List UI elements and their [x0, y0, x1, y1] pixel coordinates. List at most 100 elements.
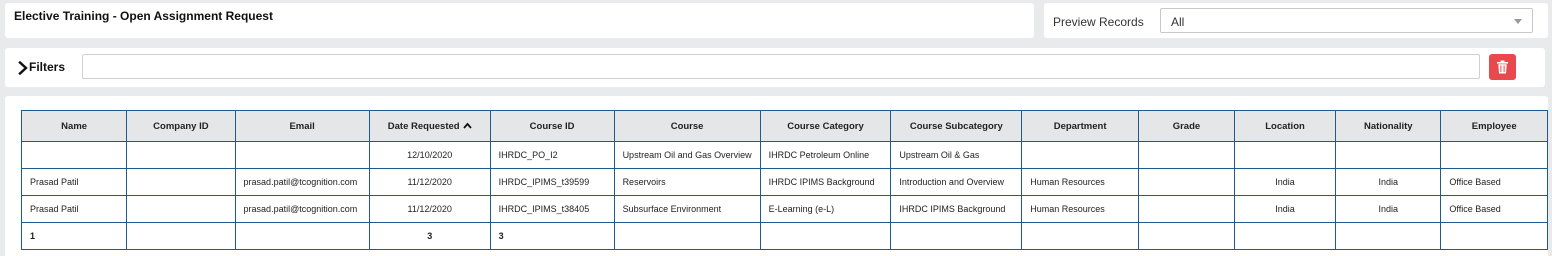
- column-header-label: Employee: [1471, 120, 1517, 132]
- table-row[interactable]: Prasad Patil prasad.patil@tcognition.com 1…: [20, 195, 1548, 223]
- preview-records-value: All: [1171, 15, 1185, 29]
- column-header-label: Course Category: [787, 120, 864, 132]
- cell-department: Human Resources: [1021, 168, 1139, 196]
- column-header-department[interactable]: Department: [1021, 110, 1139, 142]
- column-header-label: Company ID: [153, 120, 209, 132]
- page-title: Elective Training - Open Assignment Requ…: [14, 9, 273, 23]
- total-date-requested: 3: [368, 222, 491, 250]
- cell-employee: [1440, 141, 1548, 169]
- column-header-course-subcategory[interactable]: Course Subcategory: [890, 110, 1023, 142]
- column-header-course-id[interactable]: Course ID: [489, 110, 615, 142]
- column-header-location[interactable]: Location: [1233, 110, 1337, 142]
- column-header-label: Course Subcategory: [909, 120, 1003, 132]
- total-email: [234, 222, 370, 250]
- grid-panel: Name Company ID Email Date Requested Course …: [5, 96, 1548, 256]
- column-header-nationality[interactable]: Nationality: [1335, 110, 1442, 142]
- cell-location: India: [1233, 195, 1337, 223]
- cell-nationality: [1335, 141, 1442, 169]
- cell-email: prasad.patil@tcognition.com: [234, 168, 370, 196]
- cell-nationality: India: [1335, 195, 1442, 223]
- total-department: [1021, 222, 1139, 250]
- total-course-id: 3: [489, 222, 615, 250]
- cell-nationality: India: [1335, 168, 1442, 196]
- cell-course-subcategory: Upstream Oil & Gas: [890, 141, 1023, 169]
- title-panel: Elective Training - Open Assignment Requ…: [5, 3, 1034, 38]
- column-header-label: Course ID: [529, 120, 575, 132]
- cell-location: India: [1233, 168, 1337, 196]
- column-header-label: Course: [670, 120, 704, 132]
- cell-course-id: IHRDC_IPIMS_t38405: [489, 195, 615, 223]
- column-header-employee[interactable]: Employee: [1440, 110, 1548, 142]
- clear-filters-button[interactable]: [1489, 54, 1516, 80]
- grid-body: 12/10/2020 IHRDC_PO_I2 Upstream Oil and Ga…: [20, 141, 1548, 250]
- total-employee: [1440, 222, 1548, 250]
- total-company-id: [126, 222, 236, 250]
- cell-date-requested: 12/10/2020: [368, 141, 491, 169]
- grid-header-row: Name Company ID Email Date Requested Course …: [20, 110, 1548, 142]
- column-header-label: Grade: [1172, 120, 1201, 132]
- column-header-label: Date Requested: [387, 120, 460, 132]
- column-header-label: Name: [61, 120, 88, 132]
- column-header-course-category[interactable]: Course Category: [759, 110, 892, 142]
- cell-course: Reservoirs: [613, 168, 761, 196]
- cell-course-category: IHRDC Petroleum Online: [759, 141, 892, 169]
- preview-records-select[interactable]: All: [1160, 8, 1533, 33]
- table-row[interactable]: 12/10/2020 IHRDC_PO_I2 Upstream Oil and Ga…: [20, 141, 1548, 169]
- filters-label: Filters: [29, 60, 66, 74]
- cell-employee: Office Based: [1440, 168, 1548, 196]
- filters-input[interactable]: [82, 54, 1480, 79]
- filters-toggle[interactable]: Filters: [5, 54, 74, 81]
- column-header-label: Email: [289, 120, 315, 132]
- cell-course-category: IHRDC IPIMS Background: [759, 168, 892, 196]
- sort-ascending-icon[interactable]: [462, 122, 472, 130]
- cell-name: Prasad Patil: [20, 195, 128, 223]
- total-grade: [1138, 222, 1235, 250]
- total-nationality: [1335, 222, 1442, 250]
- column-header-email[interactable]: Email: [234, 110, 370, 142]
- column-header-label: Nationality: [1364, 120, 1413, 132]
- total-location: [1233, 222, 1337, 250]
- trash-icon: [1497, 60, 1508, 74]
- cell-name: [20, 141, 128, 169]
- cell-grade: [1138, 195, 1235, 223]
- cell-date-requested: 11/12/2020: [368, 168, 491, 196]
- column-header-label: Department: [1053, 120, 1107, 132]
- column-header-grade[interactable]: Grade: [1138, 110, 1235, 142]
- cell-course: Subsurface Environment: [613, 195, 761, 223]
- records-grid: Name Company ID Email Date Requested Course …: [20, 110, 1548, 250]
- filters-panel: Filters: [5, 48, 1545, 87]
- table-row[interactable]: Prasad Patil prasad.patil@tcognition.com 1…: [20, 168, 1548, 196]
- cell-course-subcategory: Introduction and Overview: [890, 168, 1023, 196]
- cell-course-id: IHRDC_IPIMS_t39599: [489, 168, 615, 196]
- total-course-category: [759, 222, 892, 250]
- cell-course-id: IHRDC_PO_I2: [489, 141, 615, 169]
- cell-department: Human Resources: [1021, 195, 1139, 223]
- caret-down-icon: [1514, 19, 1522, 24]
- cell-company-id: [126, 141, 236, 169]
- cell-company-id: [126, 168, 236, 196]
- cell-course-category: E-Learning (e-L): [759, 195, 892, 223]
- total-course-subcategory: [890, 222, 1023, 250]
- cell-location: [1233, 141, 1337, 169]
- cell-name: Prasad Patil: [20, 168, 128, 196]
- cell-department: [1021, 141, 1139, 169]
- column-header-label: Location: [1265, 120, 1305, 132]
- cell-course: Upstream Oil and Gas Overview: [613, 141, 761, 169]
- column-header-date-requested[interactable]: Date Requested: [368, 110, 491, 142]
- preview-records-label: Preview Records: [1053, 15, 1144, 29]
- cell-employee: Office Based: [1440, 195, 1548, 223]
- cell-course-subcategory: IHRDC IPIMS Background: [890, 195, 1023, 223]
- total-course: [613, 222, 761, 250]
- cell-company-id: [126, 195, 236, 223]
- column-header-company-id[interactable]: Company ID: [126, 110, 236, 142]
- cell-grade: [1138, 168, 1235, 196]
- cell-email: prasad.patil@tcognition.com: [234, 195, 370, 223]
- cell-date-requested: 11/12/2020: [368, 195, 491, 223]
- totals-row: 1 33: [20, 222, 1548, 250]
- preview-records-panel: Preview Records All: [1044, 3, 1548, 38]
- cell-email: [234, 141, 370, 169]
- cell-grade: [1138, 141, 1235, 169]
- total-name: 1: [20, 222, 128, 250]
- column-header-name[interactable]: Name: [20, 110, 128, 142]
- column-header-course[interactable]: Course: [613, 110, 761, 142]
